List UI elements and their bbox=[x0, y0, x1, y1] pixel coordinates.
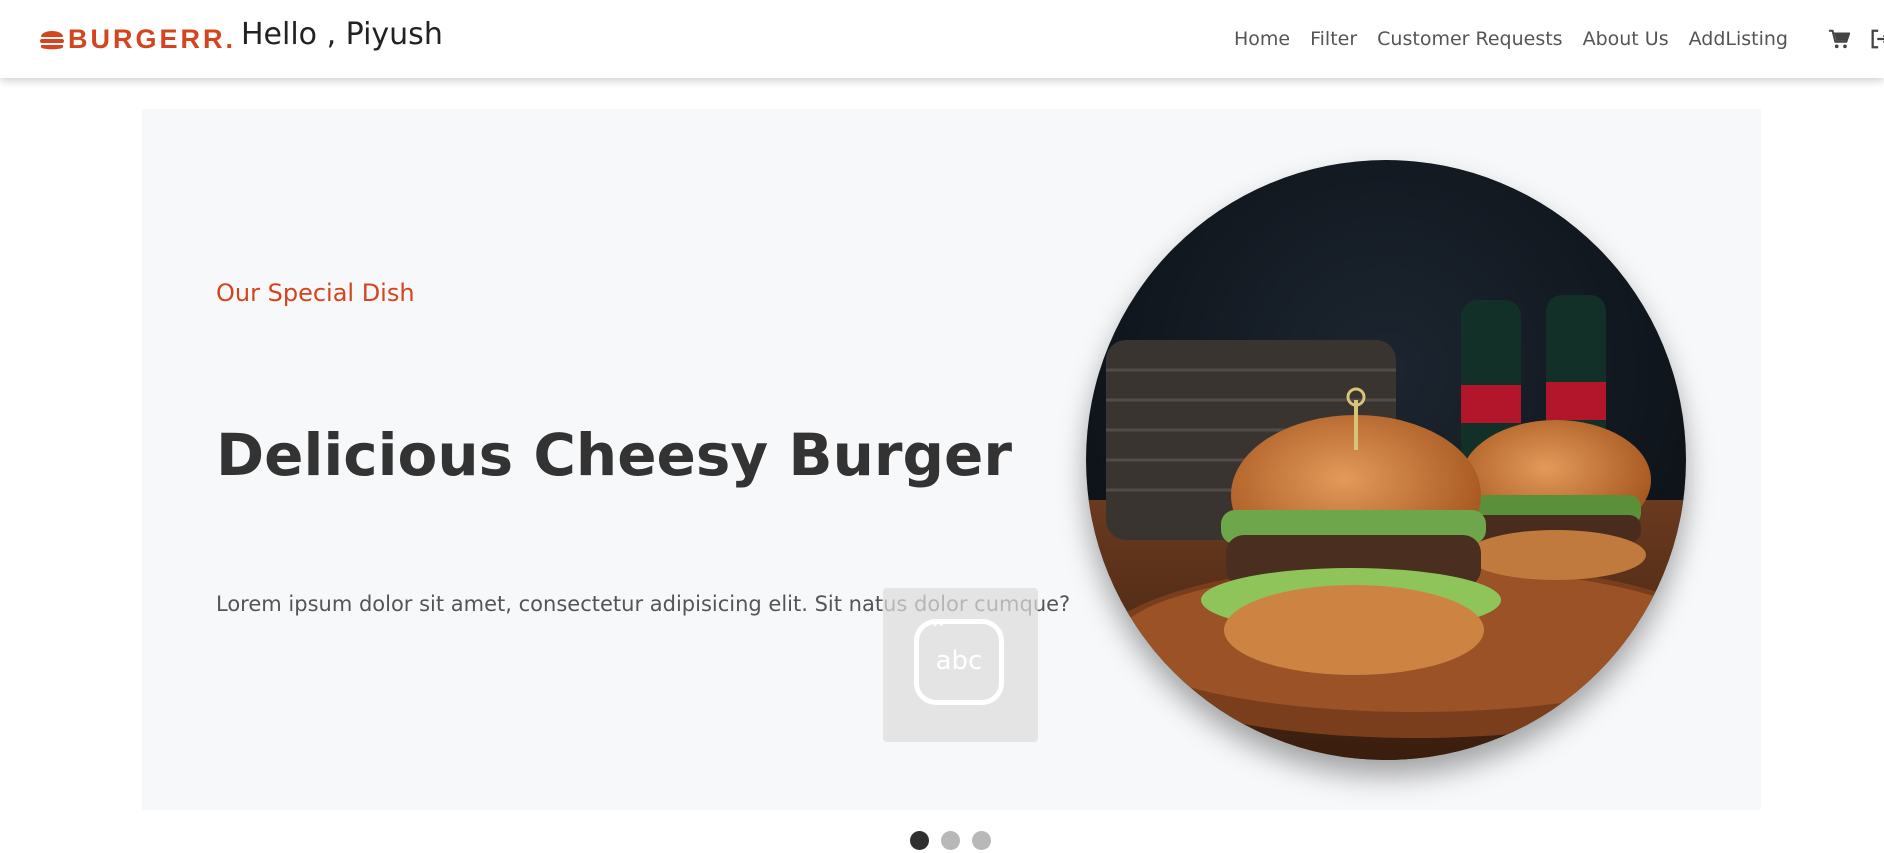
nav-link-customer-requests[interactable]: Customer Requests bbox=[1377, 28, 1562, 50]
hero-subtitle: Our Special Dish bbox=[216, 279, 415, 307]
nav-link-add-listing[interactable]: AddListing bbox=[1689, 28, 1788, 50]
cart-icon[interactable] bbox=[1828, 28, 1850, 50]
keyboard-overlay-text: abc bbox=[935, 646, 983, 676]
carousel-dot-2[interactable] bbox=[941, 831, 960, 850]
hero-title: Delicious Cheesy Burger bbox=[216, 421, 1012, 489]
nav-link-home[interactable]: Home bbox=[1234, 28, 1290, 50]
brand-name: BURGERR. bbox=[68, 23, 237, 54]
keyboard-overlay[interactable]: ⌃ abc bbox=[883, 588, 1038, 742]
nav-link-filter[interactable]: Filter bbox=[1310, 28, 1357, 50]
brand-logo[interactable]: BURGERR. bbox=[39, 24, 236, 54]
user-greeting: Hello , Piyush bbox=[241, 17, 443, 52]
carousel-indicators bbox=[910, 831, 1003, 850]
keyboard-icon: ⌃ abc bbox=[914, 619, 1004, 705]
carousel-dot-1[interactable] bbox=[910, 831, 929, 850]
nav-links: Home Filter Customer Requests About Us A… bbox=[1214, 28, 1788, 50]
nav-link-about-us[interactable]: About Us bbox=[1583, 28, 1669, 50]
carousel-dot-3[interactable] bbox=[972, 831, 991, 850]
logout-icon[interactable] bbox=[1869, 28, 1884, 50]
burger-icon bbox=[40, 31, 64, 50]
caret-up-icon: ⌃ bbox=[929, 618, 948, 643]
burger-photo bbox=[1086, 160, 1686, 760]
navbar: BURGERR. Hello , Piyush Home Filter Cust… bbox=[0, 0, 1884, 78]
